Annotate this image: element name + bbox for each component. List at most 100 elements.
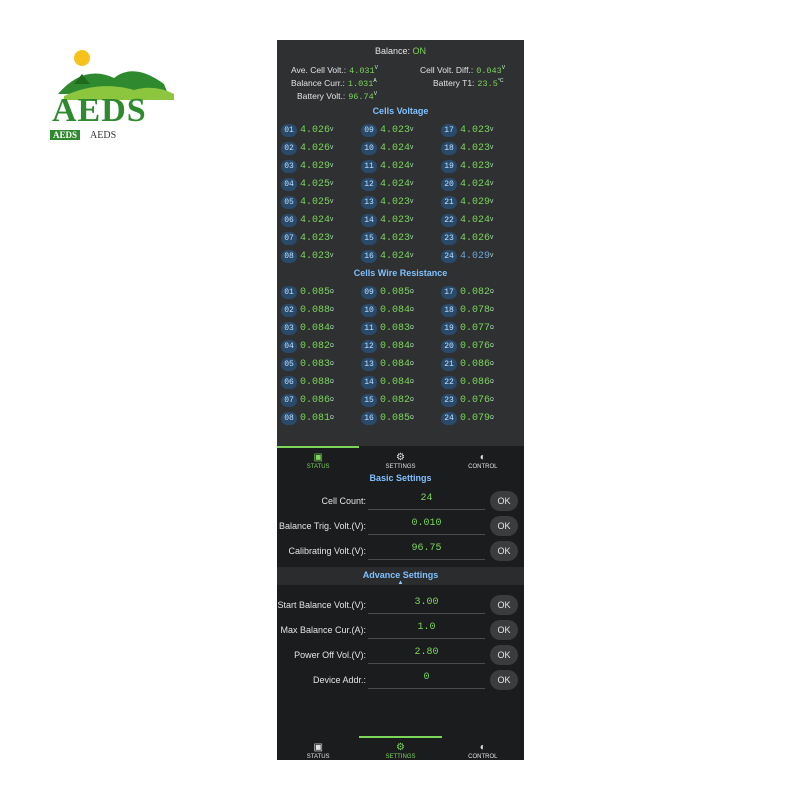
resistance-cell-unit: Ω	[410, 397, 414, 403]
advance-ok-button[interactable]: OK	[490, 645, 518, 665]
resistance-cell-number: 04	[281, 339, 297, 353]
voltage-cell-value: 4.023	[380, 214, 411, 226]
resistance-cell-05: 05 0.083 Ω	[281, 355, 361, 373]
voltage-cell-23: 23 4.026 V	[441, 229, 521, 247]
resistance-cell-20: 20 0.076 Ω	[441, 337, 521, 355]
voltage-cell-number: 18	[441, 141, 457, 155]
top-tab-bar: ▣ STATUS ⚙ SETTINGS ◐ CONTROL	[277, 446, 524, 472]
logo-badge: AEDS	[50, 130, 81, 140]
resistance-cell-04: 04 0.082 Ω	[281, 337, 361, 355]
bms-app-screen: Balance: ON Ave. Cell Volt.: 4.031V Cell …	[277, 40, 524, 760]
resistance-cell-value: 0.084	[380, 340, 411, 352]
advance-ok-button[interactable]: OK	[490, 620, 518, 640]
resistance-cell-09: 09 0.085 Ω	[361, 283, 441, 301]
resistance-cell-value: 0.082	[460, 286, 491, 298]
basic-ok-button[interactable]: OK	[490, 516, 518, 536]
status-icon: ▣	[313, 452, 323, 463]
basic-setting-input[interactable]: 0.010	[368, 515, 485, 535]
voltage-cell-number: 14	[361, 213, 377, 227]
advance-setting-input[interactable]: 0	[368, 669, 485, 689]
voltage-cell-unit: V	[330, 127, 334, 133]
voltage-cell-unit: V	[490, 199, 494, 205]
resistance-cell-value: 0.076	[460, 340, 491, 352]
basic-ok-button[interactable]: OK	[490, 541, 518, 561]
resistance-cell-number: 05	[281, 357, 297, 371]
resistance-cell-number: 19	[441, 321, 457, 335]
advance-setting-input[interactable]: 2.80	[368, 644, 485, 664]
basic-setting-label: Calibrating Volt.(V):	[288, 546, 366, 556]
resistance-cell-value: 0.079	[460, 412, 491, 424]
resistance-cell-unit: Ω	[490, 397, 494, 403]
voltage-cell-value: 4.023	[380, 196, 411, 208]
cells-resistance-title: Cells Wire Resistance	[353, 268, 448, 278]
voltage-cell-number: 13	[361, 195, 377, 209]
resistance-cell-number: 14	[361, 375, 377, 389]
voltage-cell-06: 06 4.024 V	[281, 211, 361, 229]
voltage-cell-value: 4.023	[380, 232, 411, 244]
resistance-cell-value: 0.086	[460, 376, 491, 388]
advance-setting-label: Max Balance Cur.(A):	[280, 625, 366, 635]
cell-volt-diff-label: Cell Volt. Diff.:	[420, 65, 474, 75]
resistance-cell-unit: Ω	[330, 343, 334, 349]
advance-setting-input[interactable]: 3.00	[368, 594, 485, 614]
ave-cell-volt-value: 4.031	[349, 66, 375, 76]
advance-ok-button[interactable]: OK	[490, 670, 518, 690]
voltage-cell-unit: V	[410, 127, 414, 133]
bottom-tab-control[interactable]: ◐ CONTROL	[442, 736, 524, 760]
voltage-cell-value: 4.024	[380, 178, 411, 190]
logo-sub-text: AEDS	[90, 130, 117, 141]
resistance-cell-unit: Ω	[490, 343, 494, 349]
top-tab-status[interactable]: ▣ STATUS	[277, 446, 360, 472]
resistance-cell-value: 0.086	[460, 358, 491, 370]
voltage-cell-number: 08	[281, 249, 297, 263]
basic-ok-button[interactable]: OK	[490, 491, 518, 511]
bottom-tab-bar: ▣ STATUS ⚙ SETTINGS ◐ CONTROL	[277, 736, 524, 760]
bottom-tab-settings[interactable]: ⚙ SETTINGS	[359, 736, 442, 760]
voltage-cell-unit: V	[330, 145, 334, 151]
top-tab-settings[interactable]: ⚙ SETTINGS	[359, 446, 441, 472]
voltage-cell-number: 17	[441, 123, 457, 137]
resistance-cell-unit: Ω	[330, 415, 334, 421]
resistance-cell-number: 01	[281, 285, 297, 299]
resistance-cell-value: 0.082	[300, 340, 331, 352]
voltage-cell-unit: V	[330, 253, 334, 259]
voltage-cell-14: 14 4.023 V	[361, 211, 441, 229]
voltage-cell-unit: V	[330, 181, 334, 187]
resistance-cell-unit: Ω	[490, 415, 494, 421]
basic-setting-label: Cell Count:	[321, 496, 366, 506]
advance-ok-button[interactable]: OK	[490, 595, 518, 615]
voltage-cell-24: 24 4.029 V	[441, 247, 521, 265]
basic-setting-input[interactable]: 96.75	[368, 540, 485, 560]
voltage-cell-07: 07 4.023 V	[281, 229, 361, 247]
resistance-cell-number: 13	[361, 357, 377, 371]
voltage-cell-unit: V	[490, 145, 494, 151]
resistance-cell-11: 11 0.083 Ω	[361, 319, 441, 337]
resistance-cell-unit: Ω	[490, 289, 494, 295]
advance-setting-label: Power Off Vol.(V):	[294, 650, 366, 660]
resistance-cell-unit: Ω	[330, 361, 334, 367]
voltage-cell-19: 19 4.023 V	[441, 157, 521, 175]
voltage-cell-17: 17 4.023 V	[441, 121, 521, 139]
basic-setting-input[interactable]: 24	[368, 490, 485, 510]
resistance-cell-number: 21	[441, 357, 457, 371]
resistance-cell-unit: Ω	[410, 361, 414, 367]
voltage-cell-value: 4.023	[380, 124, 411, 136]
voltage-cell-unit: V	[490, 217, 494, 223]
resistance-cell-value: 0.084	[380, 304, 411, 316]
tab-label: SETTINGS	[385, 464, 416, 470]
top-tab-control[interactable]: ◐ CONTROL	[442, 446, 524, 472]
voltage-cell-unit: V	[410, 163, 414, 169]
resistance-cell-unit: Ω	[330, 325, 334, 331]
balance-status: Balance: ON	[277, 46, 524, 56]
resistance-cell-unit: Ω	[490, 361, 494, 367]
voltage-cell-11: 11 4.024 V	[361, 157, 441, 175]
resistance-cell-17: 17 0.082 Ω	[441, 283, 521, 301]
voltage-cell-value: 4.029	[460, 196, 491, 208]
bottom-tab-status[interactable]: ▣ STATUS	[277, 736, 359, 760]
advance-settings-header[interactable]: Advance Settings ▲	[277, 567, 524, 586]
resistance-cell-value: 0.088	[300, 304, 331, 316]
balance-label: Balance:	[374, 46, 410, 56]
advance-setting-input[interactable]: 1.0	[368, 619, 485, 639]
tab-label: STATUS	[306, 754, 330, 760]
ave-cell-volt-unit: V	[374, 65, 378, 71]
